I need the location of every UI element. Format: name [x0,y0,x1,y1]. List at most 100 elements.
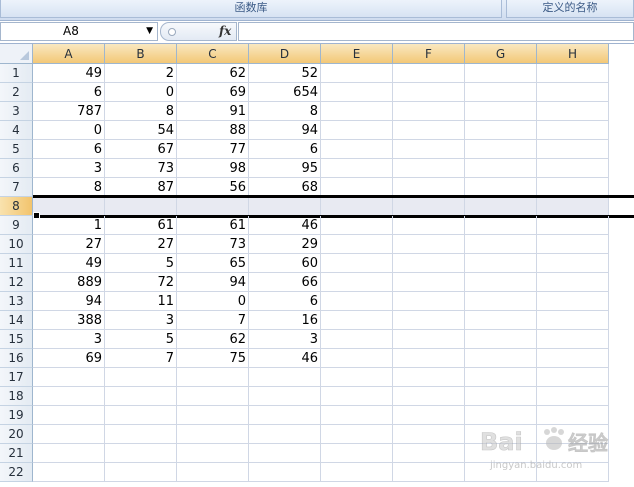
row-header-1[interactable]: 1 [0,64,33,83]
cell-f1[interactable] [393,64,465,83]
cell-b12[interactable]: 72 [105,273,177,292]
cell-d11[interactable]: 60 [249,254,321,273]
row-header-21[interactable]: 21 [0,444,33,463]
cell-c11[interactable]: 65 [177,254,249,273]
cell-a17[interactable] [33,368,105,387]
cell-a15[interactable]: 3 [33,330,105,349]
cell-f5[interactable] [393,140,465,159]
ribbon-group-function-library[interactable]: 函数库 [0,0,502,18]
cell-f10[interactable] [393,235,465,254]
cell-c5[interactable]: 77 [177,140,249,159]
cell-b19[interactable] [105,406,177,425]
cell-a16[interactable]: 69 [33,349,105,368]
cell-c6[interactable]: 98 [177,159,249,178]
cell-e8[interactable] [321,197,393,216]
name-box[interactable]: A8 ▼ [0,22,158,41]
cell-f22[interactable] [393,463,465,482]
cell-g6[interactable] [465,159,537,178]
cell-b2[interactable]: 0 [105,83,177,102]
cell-a8[interactable] [33,197,105,216]
cell-d16[interactable]: 46 [249,349,321,368]
cell-a12[interactable]: 889 [33,273,105,292]
cell-d21[interactable] [249,444,321,463]
cell-b18[interactable] [105,387,177,406]
cell-e9[interactable] [321,216,393,235]
row-header-10[interactable]: 10 [0,235,33,254]
cell-f12[interactable] [393,273,465,292]
cell-b5[interactable]: 67 [105,140,177,159]
column-header-e[interactable]: E [321,44,393,64]
cell-g3[interactable] [465,102,537,121]
cell-f4[interactable] [393,121,465,140]
column-header-g[interactable]: G [465,44,537,64]
cell-d22[interactable] [249,463,321,482]
cell-h4[interactable] [537,121,609,140]
cell-b6[interactable]: 73 [105,159,177,178]
cell-e21[interactable] [321,444,393,463]
cell-c2[interactable]: 69 [177,83,249,102]
cell-a20[interactable] [33,425,105,444]
cell-f19[interactable] [393,406,465,425]
cell-b21[interactable] [105,444,177,463]
row-header-4[interactable]: 4 [0,121,33,140]
cell-b14[interactable]: 3 [105,311,177,330]
cell-g17[interactable] [465,368,537,387]
cell-a14[interactable]: 388 [33,311,105,330]
cell-g9[interactable] [465,216,537,235]
cell-c20[interactable] [177,425,249,444]
cell-g13[interactable] [465,292,537,311]
row-header-14[interactable]: 14 [0,311,33,330]
cell-h9[interactable] [537,216,609,235]
row-header-11[interactable]: 11 [0,254,33,273]
cell-f17[interactable] [393,368,465,387]
cell-h10[interactable] [537,235,609,254]
cell-h13[interactable] [537,292,609,311]
cell-d3[interactable]: 8 [249,102,321,121]
cell-c9[interactable]: 61 [177,216,249,235]
cell-d20[interactable] [249,425,321,444]
cell-h12[interactable] [537,273,609,292]
row-header-2[interactable]: 2 [0,83,33,102]
cell-d12[interactable]: 66 [249,273,321,292]
cell-g11[interactable] [465,254,537,273]
cell-c19[interactable] [177,406,249,425]
cell-b13[interactable]: 11 [105,292,177,311]
cell-h2[interactable] [537,83,609,102]
cell-d4[interactable]: 94 [249,121,321,140]
row-header-22[interactable]: 22 [0,463,33,482]
cell-a18[interactable] [33,387,105,406]
cell-g16[interactable] [465,349,537,368]
cell-h11[interactable] [537,254,609,273]
cell-e1[interactable] [321,64,393,83]
cell-h1[interactable] [537,64,609,83]
cell-d2[interactable]: 654 [249,83,321,102]
cell-a11[interactable]: 49 [33,254,105,273]
row-header-20[interactable]: 20 [0,425,33,444]
cell-c12[interactable]: 94 [177,273,249,292]
row-header-3[interactable]: 3 [0,102,33,121]
cell-a9[interactable]: 1 [33,216,105,235]
cell-h14[interactable] [537,311,609,330]
cell-a22[interactable] [33,463,105,482]
cell-h16[interactable] [537,349,609,368]
cell-b22[interactable] [105,463,177,482]
cell-e19[interactable] [321,406,393,425]
cell-g5[interactable] [465,140,537,159]
cell-g2[interactable] [465,83,537,102]
column-header-h[interactable]: H [537,44,609,64]
row-header-19[interactable]: 19 [0,406,33,425]
cell-c21[interactable] [177,444,249,463]
cell-e6[interactable] [321,159,393,178]
cell-c15[interactable]: 62 [177,330,249,349]
cell-h17[interactable] [537,368,609,387]
cell-d14[interactable]: 16 [249,311,321,330]
cell-a1[interactable]: 49 [33,64,105,83]
cell-g12[interactable] [465,273,537,292]
cell-e2[interactable] [321,83,393,102]
cell-d8[interactable] [249,197,321,216]
cell-a6[interactable]: 3 [33,159,105,178]
row-header-18[interactable]: 18 [0,387,33,406]
cell-h15[interactable] [537,330,609,349]
cell-a19[interactable] [33,406,105,425]
cell-e11[interactable] [321,254,393,273]
